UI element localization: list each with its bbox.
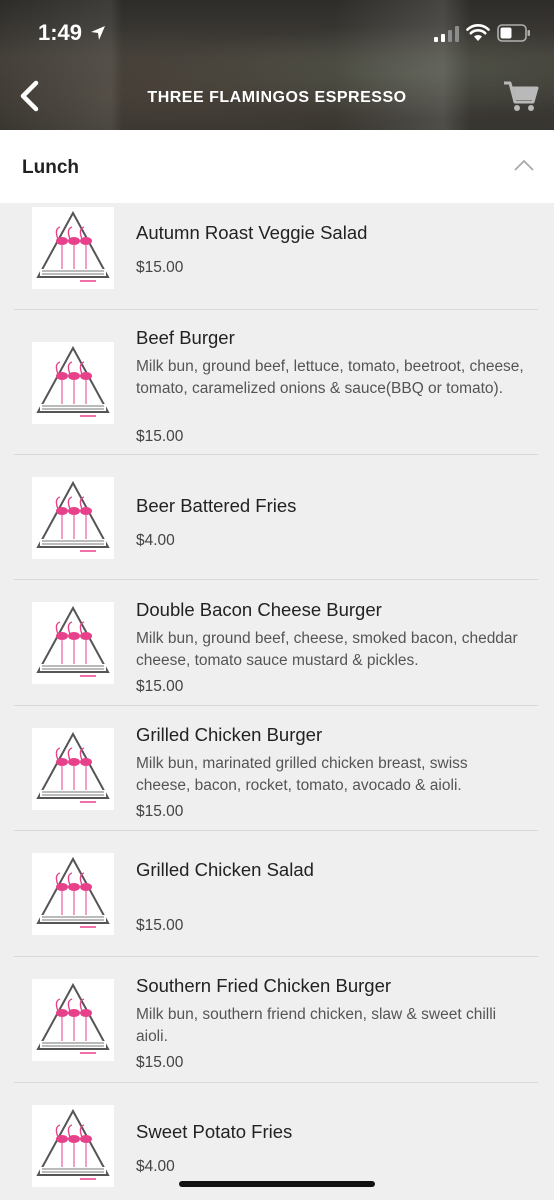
item-price: $15.00 (136, 428, 184, 445)
item-name: Beer Battered Fries (136, 495, 297, 516)
three-flamingos-logo (32, 853, 114, 935)
three-flamingos-logo (32, 602, 114, 684)
app-header: 1:49 THREE FLAMINGOS ESPRESSO (0, 0, 554, 130)
home-indicator[interactable] (179, 1181, 375, 1187)
item-price: $4.00 (136, 532, 175, 549)
menu-item[interactable]: Grilled Chicken Salad $15.00 (0, 831, 554, 957)
section-header-lunch[interactable]: Lunch (0, 130, 554, 203)
menu-item[interactable]: Grilled Chicken Burger Milk bun, marinat… (0, 706, 554, 831)
item-price: $15.00 (136, 259, 184, 276)
cart-icon (504, 81, 539, 111)
item-description: Milk bun, marinated grilled chicken brea… (136, 755, 468, 794)
menu-item[interactable]: Autumn Roast Veggie Salad $15.00 (0, 203, 554, 310)
menu-item-list[interactable]: Autumn Roast Veggie Salad $15.00 Beef Bu… (0, 203, 554, 1200)
three-flamingos-logo (32, 1105, 114, 1187)
item-price: $4.00 (136, 1158, 175, 1175)
item-price: $15.00 (136, 1054, 184, 1071)
item-price: $15.00 (136, 803, 184, 820)
menu-item[interactable]: Beer Battered Fries $4.00 (0, 455, 554, 580)
menu-item[interactable]: Southern Fried Chicken Burger Milk bun, … (0, 957, 554, 1083)
menu-item[interactable]: Beef Burger Milk bun, ground beef, lettu… (0, 310, 554, 455)
item-description: Milk bun, ground beef, lettuce, tomato, … (136, 358, 524, 397)
flamingo-logo-image (36, 605, 110, 677)
location-arrow-icon (91, 26, 105, 40)
item-price: $15.00 (136, 917, 184, 934)
flamingo-logo-image (36, 982, 110, 1054)
item-name: Grilled Chicken Burger (136, 724, 323, 745)
flamingo-logo-image (36, 856, 110, 928)
flamingo-logo-image (36, 210, 110, 282)
item-name: Southern Fried Chicken Burger (136, 975, 392, 996)
item-name: Sweet Potato Fries (136, 1121, 293, 1142)
battery-icon (497, 24, 530, 42)
menu-item[interactable]: Double Bacon Cheese Burger Milk bun, gro… (0, 580, 554, 706)
status-time: 1:49 (38, 20, 83, 45)
cellular-signal-icon (434, 26, 459, 42)
flamingo-logo-image (36, 345, 110, 417)
three-flamingos-logo (32, 979, 114, 1061)
wifi-icon (466, 24, 490, 41)
three-flamingos-logo (32, 477, 114, 559)
item-name: Double Bacon Cheese Burger (136, 599, 382, 620)
item-description: Milk bun, southern friend chicken, slaw … (136, 1006, 497, 1045)
chevron-up-icon[interactable] (513, 158, 535, 172)
three-flamingos-logo (32, 342, 114, 424)
item-description: Milk bun, ground beef, cheese, smoked ba… (136, 630, 518, 669)
cart-button[interactable] (503, 80, 539, 114)
item-name: Autumn Roast Veggie Salad (136, 222, 368, 243)
flamingo-logo-image (36, 731, 110, 803)
status-bar: 1:49 (0, 0, 554, 64)
item-price: $15.00 (136, 678, 184, 695)
item-name: Beef Burger (136, 327, 235, 348)
three-flamingos-logo (32, 728, 114, 810)
section-title: Lunch (22, 157, 79, 178)
flamingo-logo-image (36, 480, 110, 552)
item-name: Grilled Chicken Salad (136, 859, 314, 880)
three-flamingos-logo (32, 207, 114, 289)
flamingo-logo-image (36, 1108, 110, 1180)
page-title: THREE FLAMINGOS ESPRESSO (147, 89, 407, 106)
